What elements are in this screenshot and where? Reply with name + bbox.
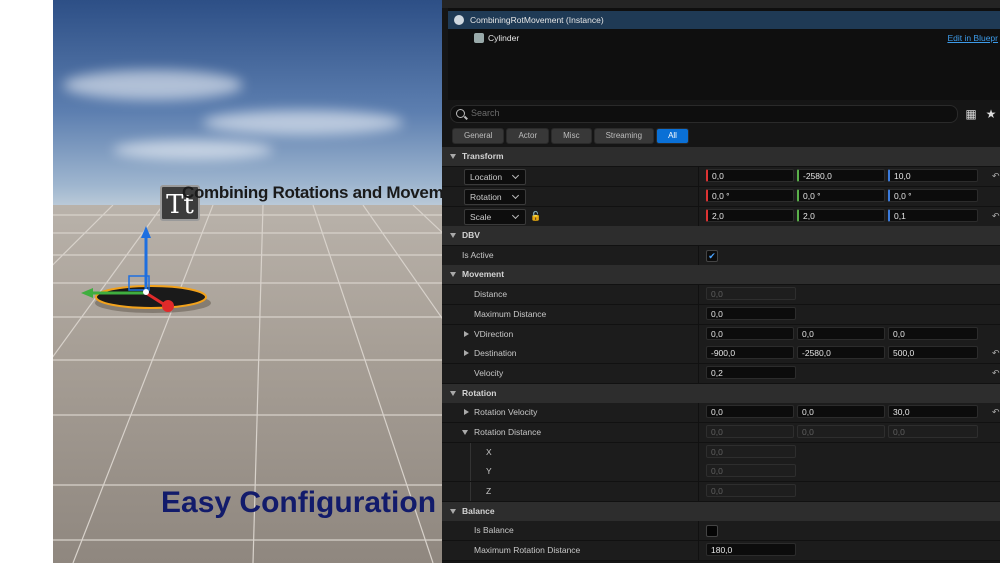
property-rot-distance-y: Y 0,0 xyxy=(442,462,1000,482)
rot-velocity-y-field[interactable]: 0,0 xyxy=(797,405,885,418)
scale-y-field[interactable]: 2,0 xyxy=(797,209,885,222)
property-location: Location 0,0 -2580,0 10,0 ↶ xyxy=(442,167,1000,187)
scale-z-field[interactable]: 0,1 xyxy=(888,209,978,222)
location-x-field[interactable]: 0,0 xyxy=(706,169,794,182)
property-max-distance: Maximum Distance 0,0 xyxy=(442,305,1000,325)
vdirection-x-field[interactable]: 0,0 xyxy=(706,327,794,340)
location-y-field[interactable]: -2580,0 xyxy=(797,169,885,182)
category-balance[interactable]: Balance xyxy=(442,502,1000,522)
edit-in-blueprint-link[interactable]: Edit in Bluepr xyxy=(947,29,998,47)
property-distance: Distance 0,0 xyxy=(442,285,1000,305)
search-input[interactable]: Search xyxy=(450,105,958,123)
panel-header-bar xyxy=(442,0,1000,8)
vdirection-y-field[interactable]: 0,0 xyxy=(797,327,885,340)
collapse-arrow-icon[interactable] xyxy=(450,233,456,238)
distance-field: 0,0 xyxy=(706,287,796,300)
search-icon xyxy=(456,109,465,118)
property-rotation-velocity: Rotation Velocity 0,0 0,0 30,0 ↶ xyxy=(442,403,1000,423)
rot-velocity-x-field[interactable]: 0,0 xyxy=(706,405,794,418)
property-destination: Destination -900,0 -2580,0 500,0 ↶ xyxy=(442,344,1000,364)
chevron-down-icon xyxy=(511,211,520,220)
reset-arrow-icon[interactable]: ↶ xyxy=(992,211,1000,222)
rot-distance-z-field: 0,0 xyxy=(888,425,978,438)
rot-distance-y-field: 0,0 xyxy=(797,425,885,438)
level-viewport[interactable]: Tt Combining Rotations and Movement Easy… xyxy=(53,0,442,563)
component-tree: CombiningRotMovement (Instance) Cylinder… xyxy=(448,8,1000,100)
tab-actor[interactable]: Actor xyxy=(506,128,550,144)
reset-arrow-icon[interactable]: ↶ xyxy=(992,171,1000,182)
lock-icon[interactable]: 🔓 xyxy=(530,211,541,221)
reset-arrow-icon[interactable]: ↶ xyxy=(992,368,1000,379)
tab-misc[interactable]: Misc xyxy=(551,128,592,144)
property-max-rotation-distance: Maximum Rotation Distance 180,0 xyxy=(442,541,1000,561)
rotation-x-field[interactable]: 0,0 ° xyxy=(706,189,794,202)
scale-x-field[interactable]: 2,0 xyxy=(706,209,794,222)
tab-all[interactable]: All xyxy=(656,128,689,144)
destination-z-field[interactable]: 500,0 xyxy=(888,346,978,359)
location-dropdown[interactable]: Location xyxy=(464,169,526,185)
collapse-arrow-icon[interactable] xyxy=(450,272,456,277)
property-scale: Scale 🔓 2,0 2,0 0,1 ↶ xyxy=(442,207,1000,227)
tree-item-label: Cylinder xyxy=(488,33,520,43)
category-rotation[interactable]: Rotation xyxy=(442,384,1000,404)
reset-arrow-icon[interactable]: ↶ xyxy=(992,348,1000,359)
rot-distance-y-value: 0,0 xyxy=(706,464,796,477)
rotation-z-field[interactable]: 0,0 ° xyxy=(888,189,978,202)
property-rotation: Rotation 0,0 ° 0,0 ° 0,0 ° xyxy=(442,187,1000,207)
destination-x-field[interactable]: -900,0 xyxy=(706,346,794,359)
max-distance-field[interactable]: 0,0 xyxy=(706,307,796,320)
filter-tabs: General Actor Misc Streaming All xyxy=(452,128,691,144)
mesh-icon xyxy=(474,33,484,43)
reset-arrow-icon[interactable]: ↶ xyxy=(992,407,1000,418)
tree-item-cylinder[interactable]: Cylinder Edit in Bluepr xyxy=(448,29,1000,47)
property-is-active: Is Active ✔ xyxy=(442,246,1000,266)
is-balance-checkbox[interactable] xyxy=(706,525,718,537)
viewport-caption: Easy Configuration xyxy=(161,486,437,519)
tree-item-label: CombiningRotMovement (Instance) xyxy=(470,15,604,25)
rotation-dropdown[interactable]: Rotation xyxy=(464,189,526,205)
destination-y-field[interactable]: -2580,0 xyxy=(797,346,885,359)
category-transform[interactable]: Transform xyxy=(442,147,1000,167)
rot-distance-z-value: 0,0 xyxy=(706,484,796,497)
expand-arrow-icon[interactable] xyxy=(464,350,469,356)
expand-arrow-icon[interactable] xyxy=(464,409,469,415)
location-z-field[interactable]: 10,0 xyxy=(888,169,978,182)
velocity-field[interactable]: 0,2 xyxy=(706,366,796,379)
rot-distance-x-field: 0,0 xyxy=(706,425,794,438)
category-movement[interactable]: Movement xyxy=(442,265,1000,285)
collapse-arrow-icon[interactable] xyxy=(462,430,468,435)
tab-general[interactable]: General xyxy=(452,128,505,144)
expand-arrow-icon[interactable] xyxy=(464,331,469,337)
scale-dropdown[interactable]: Scale xyxy=(464,209,526,225)
vdirection-z-field[interactable]: 0,0 xyxy=(888,327,978,340)
tab-streaming[interactable]: Streaming xyxy=(593,128,655,144)
rotation-y-field[interactable]: 0,0 ° xyxy=(797,189,885,202)
collapse-arrow-icon[interactable] xyxy=(450,391,456,396)
is-active-checkbox[interactable]: ✔ xyxy=(706,250,718,262)
rot-velocity-z-field[interactable]: 30,0 xyxy=(888,405,978,418)
collapse-arrow-icon[interactable] xyxy=(450,509,456,514)
property-rotation-distance: Rotation Distance 0,0 0,0 0,0 xyxy=(442,423,1000,443)
collapse-arrow-icon[interactable] xyxy=(450,154,456,159)
star-icon[interactable]: ★ xyxy=(984,107,998,121)
property-velocity: Velocity 0,2 ↶ xyxy=(442,364,1000,384)
details-panel: CombiningRotMovement (Instance) Cylinder… xyxy=(442,0,1000,563)
search-placeholder: Search xyxy=(471,108,500,118)
transform-gizmo[interactable] xyxy=(53,0,442,563)
rot-distance-x-value: 0,0 xyxy=(706,445,796,458)
table-view-icon[interactable]: ▦ xyxy=(964,107,978,121)
property-rot-distance-z: Z 0,0 xyxy=(442,482,1000,502)
property-is-balance: Is Balance xyxy=(442,521,1000,541)
max-rotation-distance-field[interactable]: 180,0 xyxy=(706,543,796,556)
category-dbv[interactable]: DBV xyxy=(442,226,1000,246)
viewport-text-title: Combining Rotations and Movement xyxy=(182,183,442,202)
component-icon xyxy=(454,15,464,25)
chevron-down-icon xyxy=(511,171,520,180)
property-rot-distance-x: X 0,0 xyxy=(442,443,1000,463)
chevron-down-icon xyxy=(511,191,520,200)
property-vdirection: VDirection 0,0 0,0 0,0 xyxy=(442,325,1000,345)
tree-item-root[interactable]: CombiningRotMovement (Instance) xyxy=(448,11,1000,29)
